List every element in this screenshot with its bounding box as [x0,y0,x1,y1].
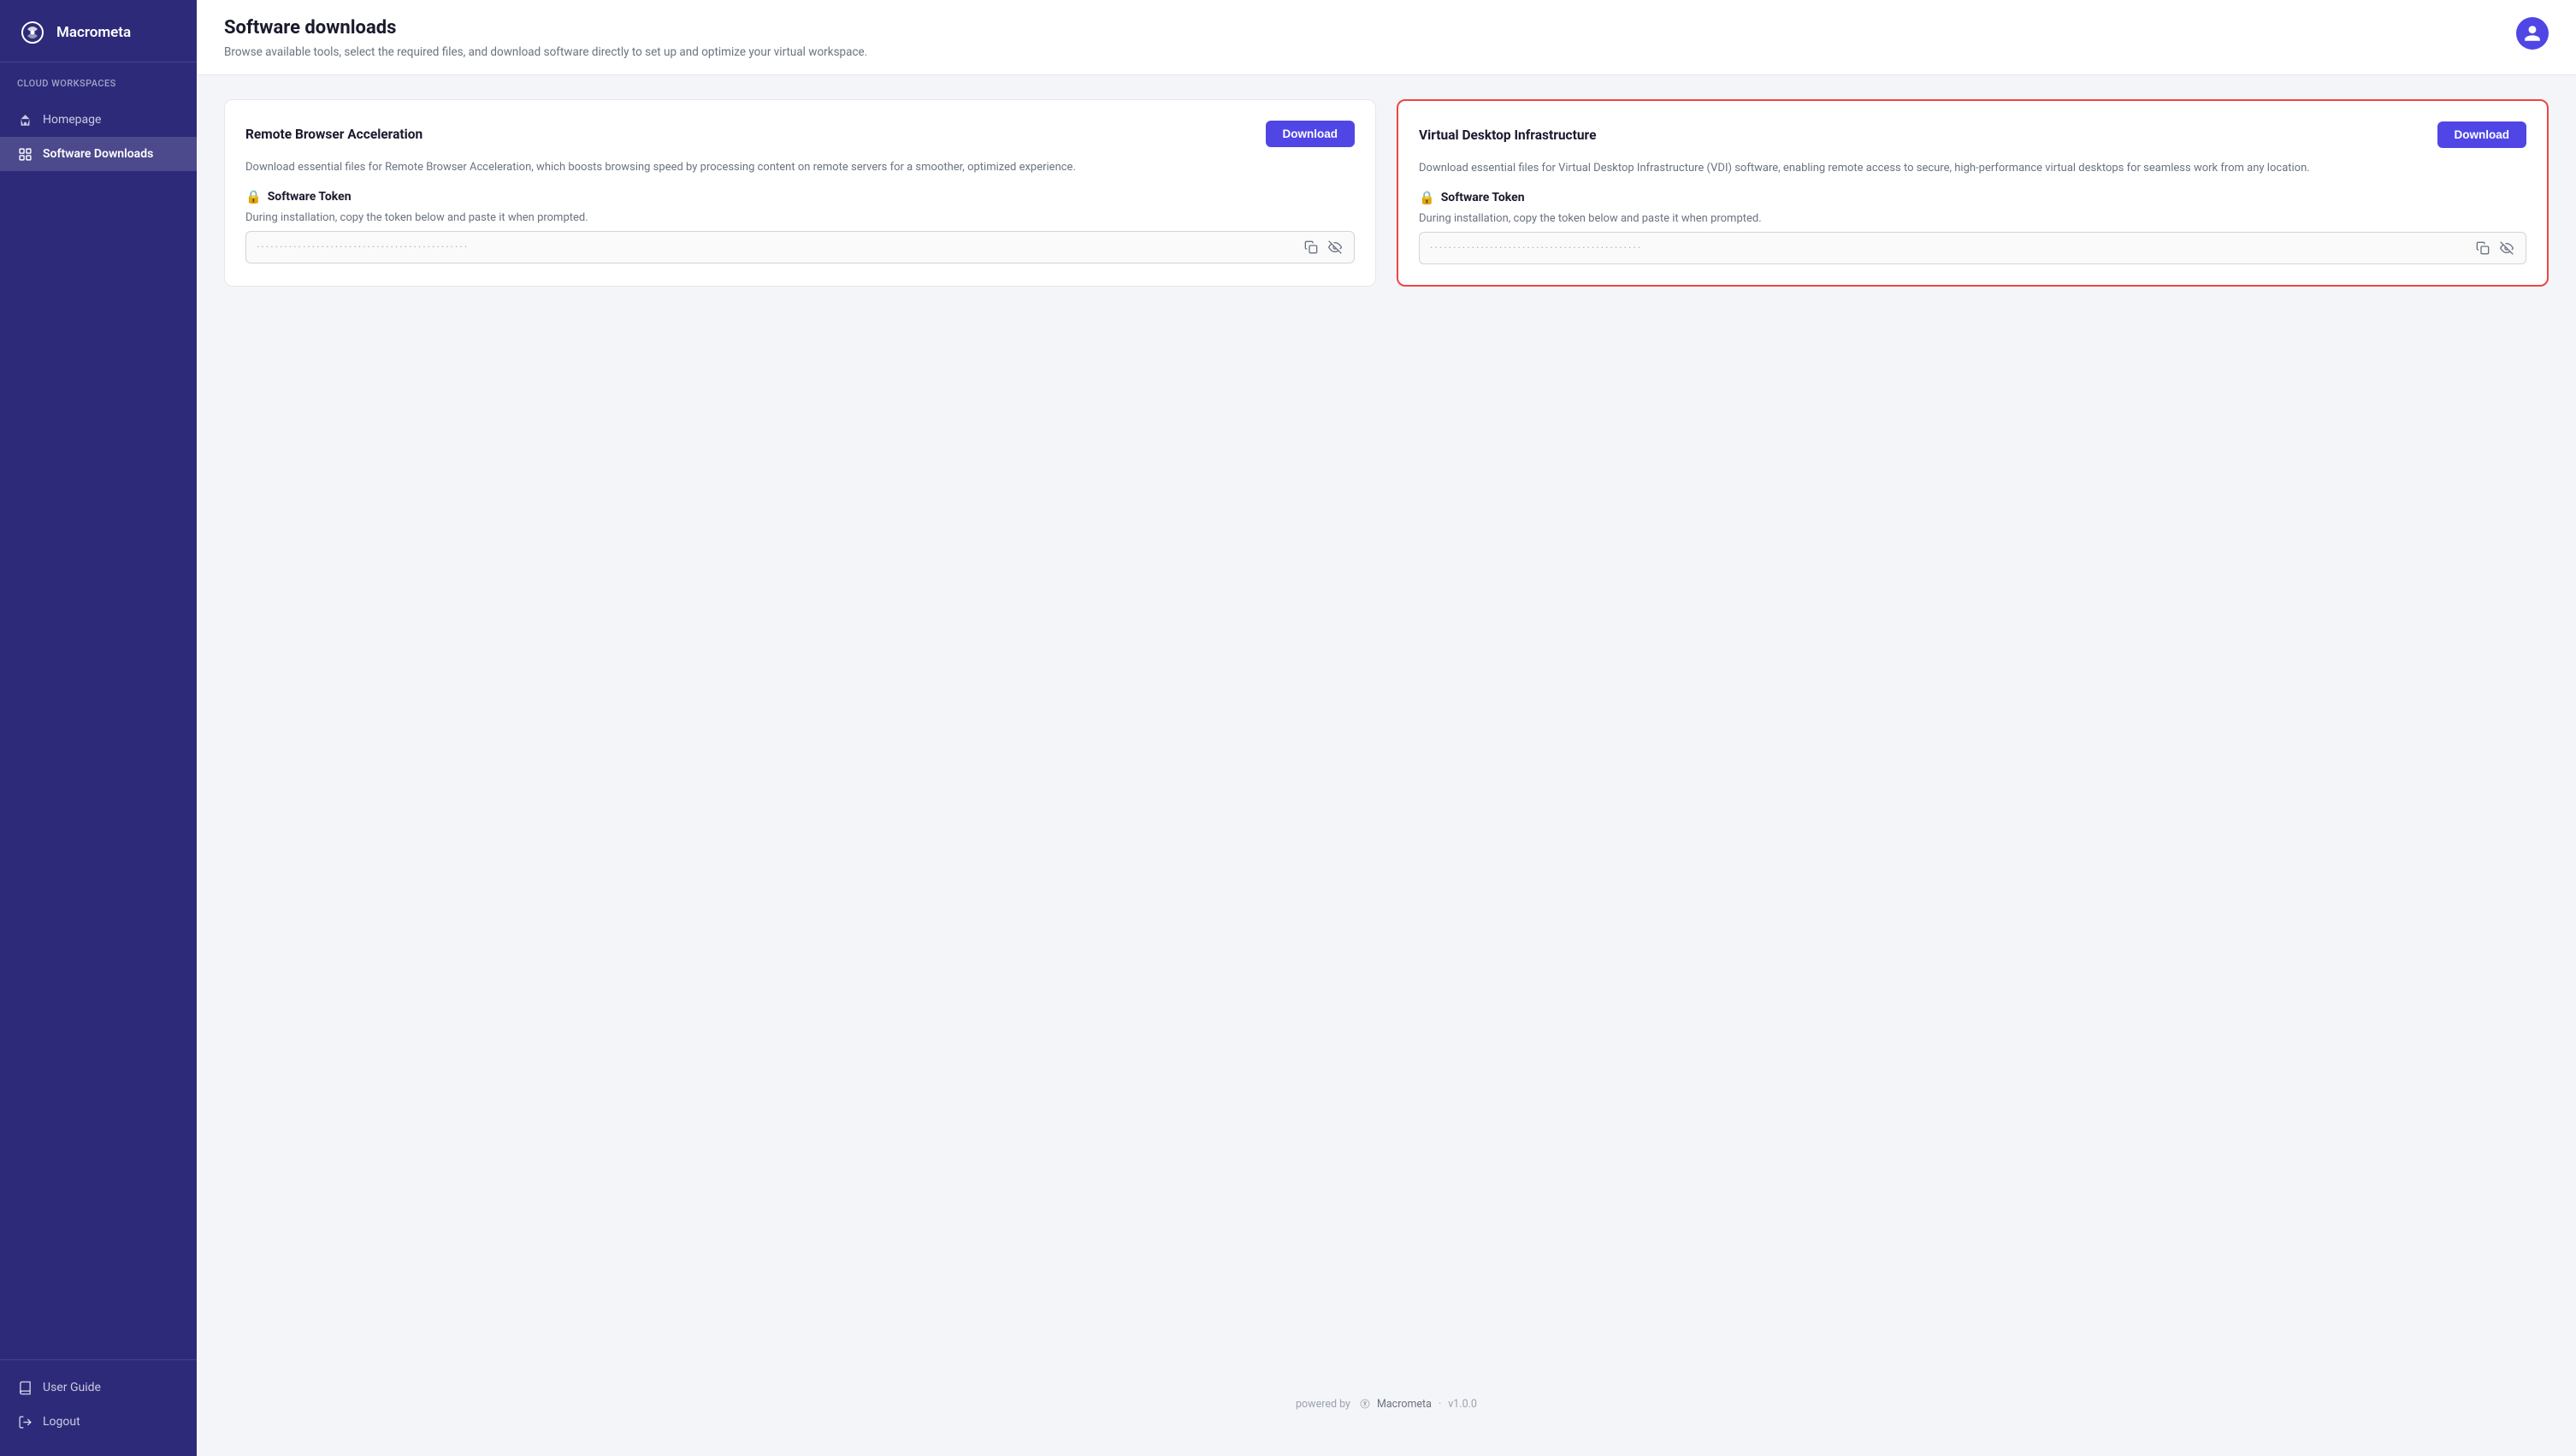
vdi-card-description: Download essential files for Virtual Des… [1419,160,2526,178]
rba-lock-icon: 🔒 [245,189,262,204]
sidebar: Macrometa Cloud Workspaces Homepage [0,0,197,1456]
copy-icon [1304,240,1318,254]
page-footer: powered by Macrometa · v1.0.0 [224,1376,2549,1432]
rba-copy-button[interactable] [1303,239,1320,256]
copy-icon [2476,241,2490,255]
sidebar-section-label: Cloud Workspaces [0,62,197,96]
avatar-icon [2523,24,2542,43]
rba-token-dots: ········································… [257,241,1296,254]
rba-card: Remote Browser Acceleration Download Dow… [224,99,1376,287]
rba-token-input-row: ········································… [245,231,1355,263]
footer-separator: · [1439,1398,1441,1411]
page-title: Software downloads [224,17,867,38]
rba-card-description: Download essential files for Remote Brow… [245,159,1355,177]
sidebar-item-homepage-label: Homepage [43,113,101,127]
eye-off-icon [1328,240,1342,254]
vdi-card-title: Virtual Desktop Infrastructure [1419,127,1596,143]
sidebar-item-user-guide[interactable]: User Guide [0,1370,197,1405]
footer-logo: Macrometa [1357,1396,1432,1412]
vdi-token-dots: ········································… [1430,242,2467,255]
macrometa-logo-icon [17,17,48,48]
sidebar-item-user-guide-label: User Guide [43,1381,101,1394]
home-icon [17,112,32,127]
vdi-copy-button[interactable] [2474,240,2491,257]
vdi-card: Virtual Desktop Infrastructure Download … [1397,99,2549,287]
rba-card-header: Remote Browser Acceleration Download [245,121,1355,147]
vdi-token-section: 🔒 Software Token During installation, co… [1419,190,2526,264]
rba-token-actions [1303,239,1344,256]
sidebar-item-software-downloads-label: Software Downloads [43,147,153,161]
vdi-hide-button[interactable] [2498,240,2515,257]
rba-download-button[interactable]: Download [1266,121,1356,147]
rba-token-hint: During installation, copy the token belo… [245,211,1355,224]
sidebar-item-logout[interactable]: Logout [0,1405,197,1439]
footer-logo-icon [1357,1396,1373,1412]
sidebar-item-software-downloads[interactable]: Software Downloads [0,137,197,171]
download-icon [17,146,32,162]
logout-icon [17,1414,32,1429]
main-content-area: Remote Browser Acceleration Download Dow… [197,75,2576,1456]
rba-token-label: 🔒 Software Token [245,189,1355,204]
footer-logo-text: Macrometa [1377,1398,1432,1411]
book-icon [17,1380,32,1395]
sidebar-item-homepage[interactable]: Homepage [0,103,197,137]
vdi-token-actions [2474,240,2515,257]
rba-token-section: 🔒 Software Token During installation, co… [245,189,1355,263]
vdi-download-button[interactable]: Download [2437,121,2527,148]
page-subtitle: Browse available tools, select the requi… [224,44,867,61]
user-avatar[interactable] [2516,17,2549,50]
cards-grid: Remote Browser Acceleration Download Dow… [224,99,2549,287]
sidebar-logo: Macrometa [0,0,197,62]
vdi-lock-icon: 🔒 [1419,190,1435,205]
sidebar-bottom: User Guide Logout [0,1359,197,1456]
rba-hide-button[interactable] [1326,239,1344,256]
rba-card-title: Remote Browser Acceleration [245,127,422,142]
sidebar-nav: Homepage Software Downloads [0,96,197,1359]
footer-version: v1.0.0 [1448,1398,1477,1411]
vdi-token-hint: During installation, copy the token belo… [1419,212,2526,225]
vdi-card-header: Virtual Desktop Infrastructure Download [1419,121,2526,148]
sidebar-logo-text: Macrometa [56,24,131,41]
page-header: Software downloads Browse available tool… [197,0,2576,75]
sidebar-item-logout-label: Logout [43,1415,80,1429]
main-content: Software downloads Browse available tool… [197,0,2576,1456]
vdi-token-label: 🔒 Software Token [1419,190,2526,205]
footer-powered-by: powered by [1296,1398,1350,1411]
vdi-token-input-row: ········································… [1419,232,2526,264]
header-left: Software downloads Browse available tool… [224,17,867,61]
eye-off-icon [2500,241,2514,255]
